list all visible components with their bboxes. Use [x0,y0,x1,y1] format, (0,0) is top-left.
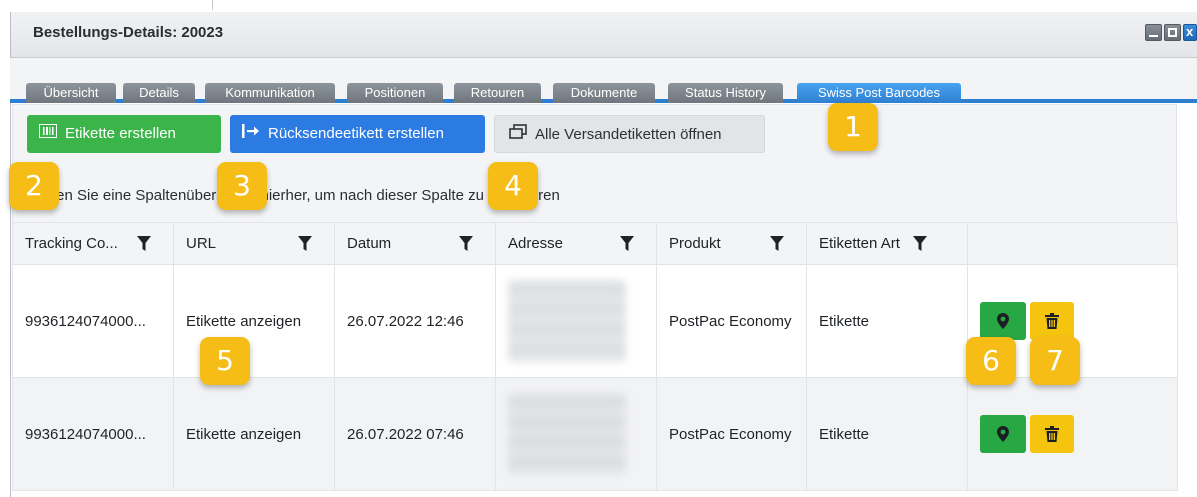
open-all-labels-text: Alle Versandetiketten öffnen [535,126,722,143]
show-label-link[interactable]: Etikette anzeigen [173,377,335,491]
filter-icon[interactable] [459,236,473,252]
cell-adresse [495,264,657,378]
filter-icon[interactable] [913,236,927,252]
close-icon[interactable]: x [1183,24,1197,41]
sign-out-icon [242,115,260,153]
window-controls: x [1145,24,1197,41]
callout-badge: 3 [217,162,267,210]
create-label-button[interactable]: Etikette erstellen [27,115,221,153]
create-return-label-text: Rücksendeetikett erstellen [268,125,444,142]
column-produkt[interactable]: Produkt [656,222,807,265]
cell-tracking: 9936124074000... [12,264,174,378]
delete-button[interactable] [1030,302,1074,340]
grid-header-row: Tracking Co... URL Datum Adresse Produkt… [12,222,1178,265]
callout-badge: 5 [200,337,250,385]
column-etiketten-art[interactable]: Etiketten Art [806,222,968,265]
tab-positionen[interactable]: Positionen [347,83,443,103]
cell-datum: 26.07.2022 12:46 [334,264,496,378]
maximize-icon[interactable] [1164,24,1181,41]
column-datum[interactable]: Datum [334,222,496,265]
cell-adresse [495,377,657,491]
cell-datum: 26.07.2022 07:46 [334,377,496,491]
create-return-label-button[interactable]: Rücksendeetikett erstellen [230,115,485,153]
column-tracking[interactable]: Tracking Co... [12,222,174,265]
tab-dokumente[interactable]: Dokumente [553,83,655,103]
track-location-button[interactable] [980,415,1026,453]
blurred-address [508,393,626,475]
group-drop-area[interactable]: Ziehen Sie eine Spaltenüberschrift hierh… [12,170,1177,222]
windows-icon [509,116,527,154]
tab-strip: Übersicht Details Kommunikation Position… [10,58,1197,103]
track-location-button[interactable] [980,302,1026,340]
filter-icon[interactable] [137,236,151,252]
callout-badge: 7 [1030,337,1080,385]
column-adresse[interactable]: Adresse [495,222,657,265]
cell-etiketten-art: Etikette [806,264,968,378]
callout-badge: 1 [828,103,878,151]
cell-etiketten-art: Etikette [806,377,968,491]
cell-produkt: PostPac Economy [656,377,807,491]
minimize-icon[interactable] [1145,24,1162,41]
callout-badge: 2 [9,162,59,210]
callout-badge: 6 [966,337,1016,385]
cell-actions [967,377,1178,491]
trash-icon [1045,426,1059,442]
tab-uebersicht[interactable]: Übersicht [26,83,116,103]
callout-badge: 4 [488,162,538,210]
window-titlebar[interactable]: Bestellungs-Details: 20023 x [11,12,1197,58]
column-actions [967,222,1178,265]
column-label: Etiketten Art [819,235,900,252]
tab-swiss-post-barcodes[interactable]: Swiss Post Barcodes [797,83,961,103]
column-url[interactable]: URL [173,222,335,265]
cell-produkt: PostPac Economy [656,264,807,378]
tab-kommunikation[interactable]: Kommunikation [205,83,335,103]
filter-icon[interactable] [298,236,312,252]
barcode-icon [38,115,58,153]
trash-icon [1045,313,1059,329]
blurred-address [508,280,626,362]
delete-button[interactable] [1030,415,1074,453]
tab-retouren[interactable]: Retouren [454,83,541,103]
filter-icon[interactable] [770,236,784,252]
open-all-labels-button[interactable]: Alle Versandetiketten öffnen [494,115,765,153]
filter-icon[interactable] [620,236,634,252]
map-marker-icon [997,313,1009,329]
window-title: Bestellungs-Details: 20023 [33,24,224,41]
tab-status-history[interactable]: Status History [668,83,783,103]
frame-edge [212,0,213,10]
create-label-text: Etikette erstellen [65,125,176,142]
table-row: 9936124074000... Etikette anzeigen 26.07… [12,377,1178,491]
cell-tracking: 9936124074000... [12,377,174,491]
action-toolbar: Etikette erstellen Rücksendeetikett erst… [12,104,1177,170]
show-label-link[interactable]: Etikette anzeigen [173,264,335,378]
tab-details[interactable]: Details [123,83,195,103]
map-marker-icon [997,426,1009,442]
